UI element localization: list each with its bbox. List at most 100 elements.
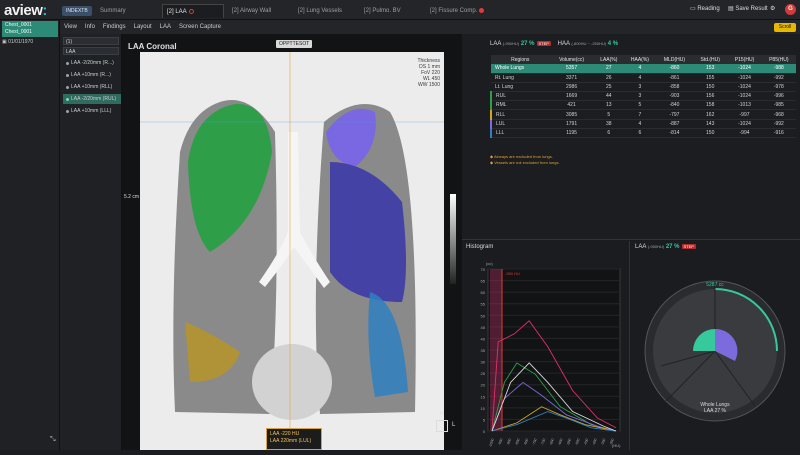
scroll-button[interactable]: Scroll — [774, 23, 796, 32]
orientation-right: L — [452, 422, 456, 428]
table-cell: -858 — [655, 82, 694, 93]
menu-bar: View Info Findings Layout LAA Screen Capture — [60, 20, 462, 34]
table-row[interactable]: LLL 1195 6 6 -814 150 -994 -916 — [490, 128, 796, 139]
table-cell: Rt. Lung — [491, 73, 550, 83]
series-group-select[interactable]: (1) — [63, 37, 119, 45]
window-level-bar[interactable] — [450, 194, 456, 284]
table-cell: -1024 — [727, 73, 762, 83]
x-tick-label: -850 — [514, 438, 520, 446]
menu-screen-capture[interactable]: Screen Capture — [175, 20, 225, 34]
menu-layout[interactable]: Layout — [130, 20, 156, 34]
x-tick-label: -1000 — [488, 438, 495, 448]
table-row[interactable]: RLL 3085 5 7 -797 162 -997 -968 — [490, 109, 796, 120]
menu-findings[interactable]: Findings — [99, 20, 130, 34]
table-cell: Whole Lungs — [491, 64, 550, 74]
series-panel: (1) LAA LAA -2/20mm (R...) LAA +10mm (R.… — [60, 34, 122, 450]
reading-button[interactable]: ▭ Reading — [690, 5, 720, 12]
menu-info[interactable]: Info — [81, 20, 99, 34]
histogram-panel: Histogram 70 65 60 55 50 45 40 35 30 25 20 15 10 5 0 -1… — [462, 241, 630, 450]
tab-laa[interactable]: [2] LAA — [162, 4, 224, 18]
table-cell: 26 — [593, 73, 624, 83]
tab-fissure[interactable]: [2] Fissure Comp. — [426, 4, 488, 18]
ring-label: 5287 cc — [706, 282, 724, 288]
y-tick-label: 55 — [481, 302, 486, 307]
histogram-chart: 7065605550454035302520151050-1000 -950 -90… — [481, 261, 622, 448]
series-item[interactable]: LAA +10mm (LLL) — [63, 106, 121, 116]
summary-header: LAA (-950HU) 27 % STEP HAA (-800HU ~ -250… — [490, 41, 619, 47]
table-cell: LUL — [490, 119, 550, 129]
table-cell: 3085 — [549, 109, 594, 120]
table-cell: -903 — [655, 91, 694, 102]
table-row[interactable]: Rt. Lung 3371 26 4 -861 155 -1024 -992 — [491, 73, 796, 83]
table-cell: 150 — [693, 128, 728, 139]
x-tick-label: -400 — [592, 438, 598, 446]
x-tick-label: -550 — [566, 438, 572, 446]
x-tick-label: -350 — [600, 438, 606, 446]
x-unit: (HU) — [612, 443, 621, 448]
series-item[interactable]: LAA +10mm (RLL) — [63, 82, 121, 92]
menu-view[interactable]: View — [60, 20, 81, 34]
tab-pulmo-bv[interactable]: [2] Pulmo. BV — [360, 4, 405, 18]
table-row[interactable]: Lt. Lung 2986 25 3 -858 150 -1024 -978 — [491, 82, 796, 93]
y-tick-label: 20 — [481, 383, 486, 388]
avatar[interactable]: G — [785, 4, 796, 15]
table-header[interactable]: LAA(%) — [593, 55, 624, 64]
table-cell: -840 — [655, 100, 694, 111]
index-badge: INDEXTB — [62, 6, 92, 16]
table-cell: 44 — [593, 91, 624, 102]
table-header[interactable]: Std.(HU) — [693, 55, 728, 64]
region-table: Regions Volume(cc) LAA(%) HAA(%) MLD(HU) Std.… — [490, 55, 796, 139]
series-dot-icon — [66, 98, 69, 101]
table-cell: 162 — [693, 109, 728, 120]
table-header[interactable]: Volume(cc) — [549, 55, 594, 64]
tab-summary[interactable]: Summary — [96, 4, 130, 18]
table-cell: 5 — [624, 100, 656, 111]
patient-item[interactable]: Chest_0001 Chest_0001 — [2, 21, 58, 37]
table-cell: 6 — [624, 128, 656, 139]
table-header[interactable]: P15(HU) — [727, 55, 762, 64]
series-dot-icon — [66, 110, 69, 113]
table-cell: 150 — [693, 82, 728, 93]
settings-icon[interactable]: ⚙ — [770, 5, 775, 12]
expand-icon[interactable]: ⤡ — [50, 436, 56, 444]
table-row[interactable]: RML 421 13 5 -840 158 -1013 -985 — [490, 100, 796, 111]
series-item-active[interactable]: LAA -2/20mm (RUL) — [63, 94, 121, 104]
table-cell: -916 — [761, 128, 796, 139]
x-tick-label: -900 — [506, 438, 512, 446]
tab-airway-wall[interactable]: [2] Airway Wall — [228, 4, 275, 18]
series-item[interactable]: LAA +10mm (R...) — [63, 70, 121, 80]
orientation-cube-icon[interactable]: A — [436, 420, 448, 432]
table-cell: RML — [490, 100, 550, 111]
table-cell: 27 — [593, 64, 624, 74]
y-tick-label: 30 — [481, 360, 486, 365]
ct-image[interactable] — [140, 52, 444, 450]
coronal-viewport[interactable]: LAA Coronal OPPTTESOT Thickness DS 1 mm Fo… — [122, 34, 462, 450]
table-cell: 421 — [549, 100, 594, 111]
save-result-button[interactable]: ▤ Save Result — [728, 5, 768, 12]
y-tick-label: 40 — [481, 336, 486, 341]
table-row[interactable]: Whole Lungs 5357 27 4 -860 153 -1024 -988 — [491, 64, 796, 74]
table-cell: -994 — [727, 128, 762, 139]
table-cell: 4 — [624, 64, 656, 74]
table-cell: 156 — [693, 91, 728, 102]
tab-lung-vessels[interactable]: [2] Lung Vessels — [294, 4, 346, 18]
study-item[interactable]: ▣ 01/01/1970 — [2, 39, 33, 45]
table-row[interactable]: LUL 1791 38 4 -887 143 -1024 -992 — [490, 119, 796, 129]
menu-laa[interactable]: LAA — [156, 20, 175, 34]
table-cell: -968 — [761, 109, 796, 120]
table-cell: RUL — [490, 91, 550, 102]
y-tick-label: 50 — [481, 313, 486, 318]
series-item[interactable]: LAA -2/20mm (R...) — [63, 58, 121, 68]
histogram-title: Histogram — [466, 244, 494, 250]
table-header[interactable]: MLD(HU) — [655, 55, 694, 64]
series-type-select[interactable]: LAA — [63, 47, 119, 55]
x-tick-label: -750 — [532, 438, 538, 446]
table-cell: 3371 — [549, 73, 594, 83]
table-cell: 1195 — [549, 128, 594, 139]
table-row[interactable]: RUL 1669 44 3 -903 156 -1024 -996 — [490, 91, 796, 102]
table-header[interactable]: HAA(%) — [624, 55, 656, 64]
table-cell: -1013 — [727, 100, 762, 111]
table-header[interactable]: Regions — [491, 55, 550, 64]
table-cell: -997 — [727, 109, 762, 120]
table-header[interactable]: P85(HU) — [761, 55, 796, 64]
